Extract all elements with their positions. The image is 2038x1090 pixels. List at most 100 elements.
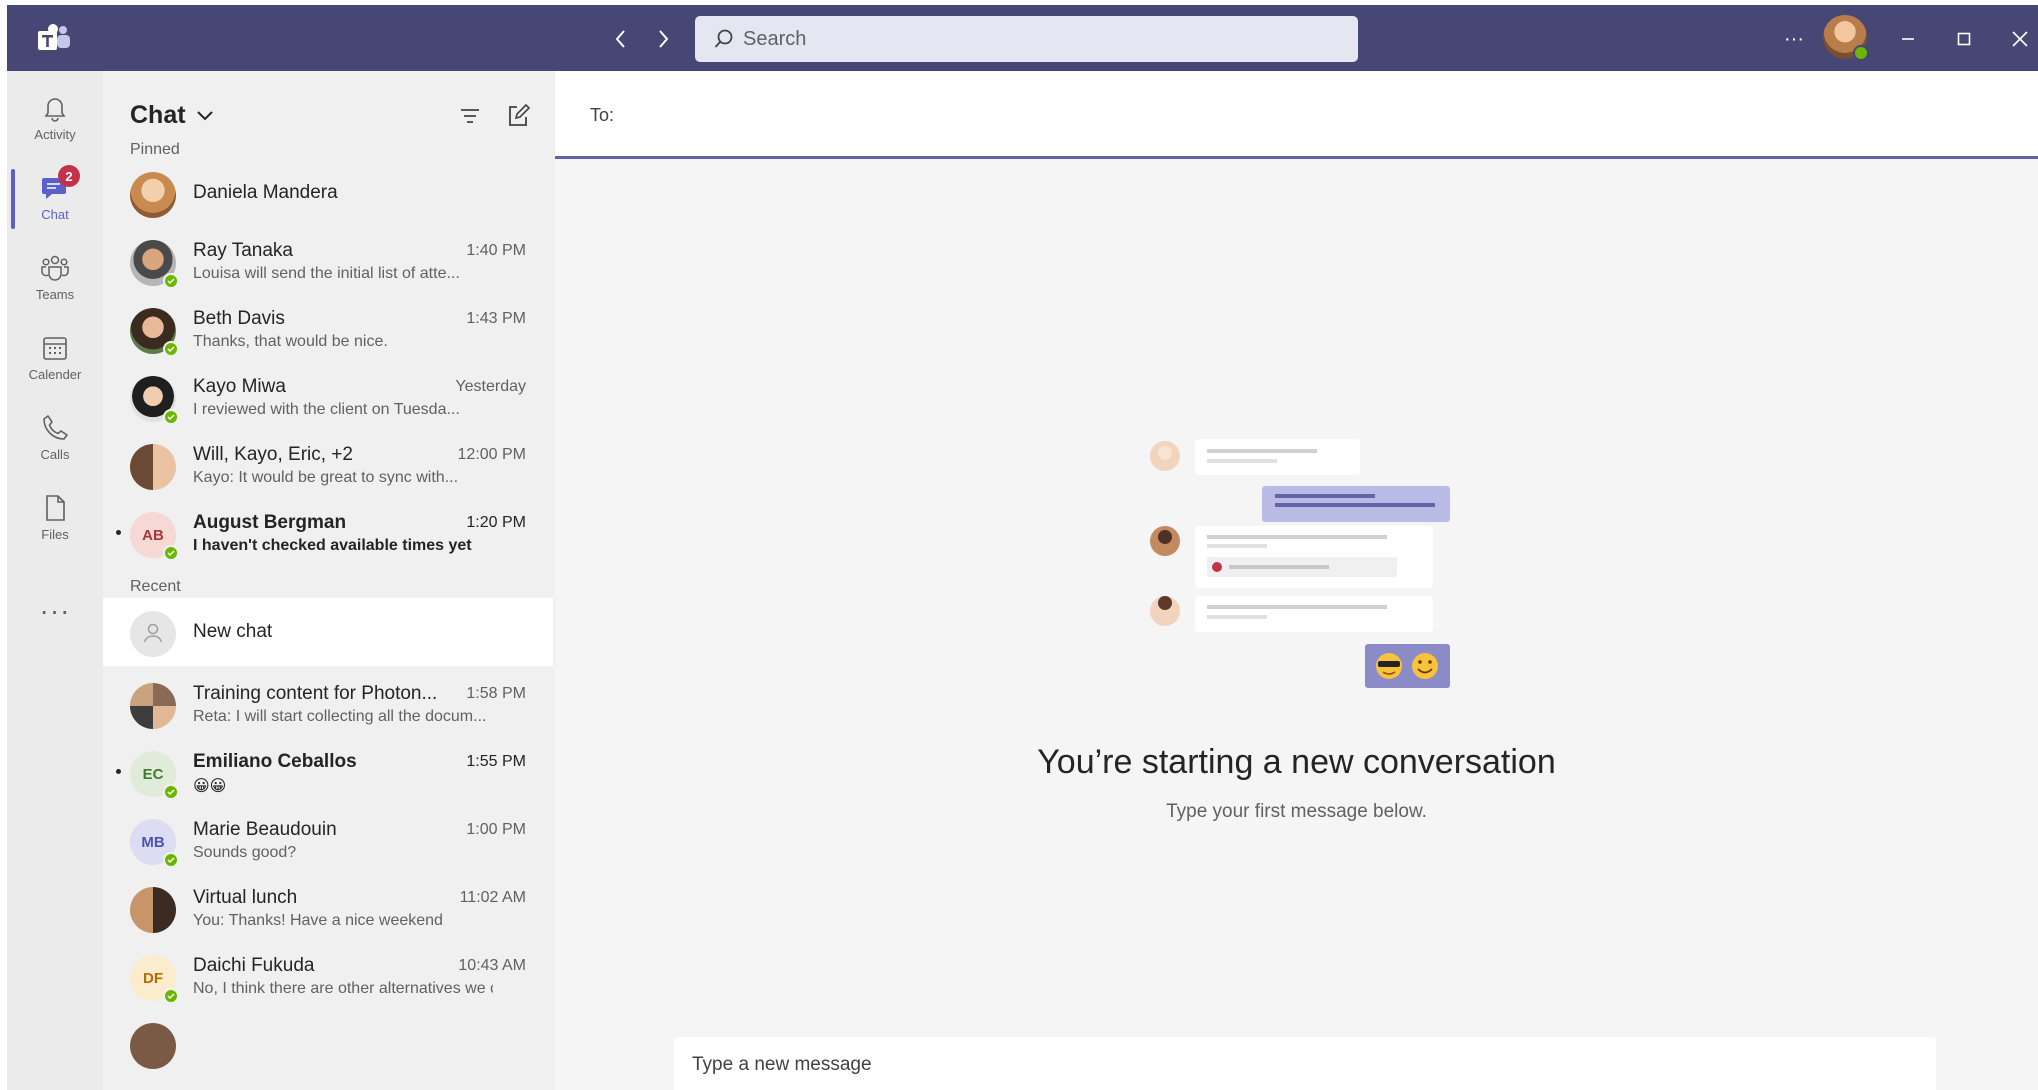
recent-section-label: Recent [130,578,181,595]
avatar [130,240,179,289]
rail-label: Chat [41,207,69,222]
chat-time: 12:00 PM [457,446,526,463]
presence-available-icon [163,273,179,289]
chat-preview: You: Thanks! Have a nice weekend [193,912,443,929]
maximize-icon [1957,32,1971,46]
chat-time: 1:43 PM [466,310,526,327]
unread-dot [116,769,121,774]
chat-name: Emiliano Ceballos [193,751,357,772]
chat-row-emiliano-ceballos[interactable]: EC Emiliano Ceballos 1:55 PM 😀😀 [103,738,553,806]
more-apps-button[interactable]: ··· [7,591,103,631]
chat-row-beth-davis[interactable]: Beth Davis 1:43 PM Thanks, that would be… [103,295,553,363]
file-icon [46,495,65,521]
rail-item-calls[interactable]: Calls [7,399,103,471]
avatar: EC [130,751,179,800]
phone-icon [43,415,68,440]
conversation-pane: To: You’re starting a new conversation T… [555,71,2038,1090]
new-conversation-illustration [1150,439,1450,688]
presence-available-icon [163,409,179,425]
rail-item-calendar[interactable]: Calender [7,319,103,391]
chat-time: 1:58 PM [466,685,526,702]
group-avatar [130,444,176,490]
group-avatar [130,683,176,729]
profile-avatar[interactable] [1823,15,1869,61]
chat-preview: No, I think there are other alternatives… [193,980,493,997]
chat-row-august-bergman[interactable]: AB August Bergman 1:20 PM I haven't chec… [103,499,553,567]
filter-icon [461,109,479,123]
calendar-icon [43,337,67,360]
chat-name: New chat [193,621,273,642]
message-composer[interactable] [674,1037,1936,1090]
chevron-down-icon [196,110,213,120]
chat-title-dropdown[interactable]: Chat [130,101,214,130]
rail-item-chat[interactable]: 2 Chat [7,159,103,231]
chat-row-kayo-miwa[interactable]: Kayo Miwa Yesterday I reviewed with the … [103,363,553,431]
chat-row-virtual-lunch[interactable]: Virtual lunch 11:02 AM You: Thanks! Have… [103,874,553,942]
presence-available-icon [1853,45,1869,61]
chat-row-daichi-fukuda[interactable]: DF Daichi Fukuda 10:43 AM No, I think th… [103,942,553,1010]
rail-label: Activity [34,127,76,142]
teams-icon [41,255,69,281]
chat-preview: I haven't checked available times yet [193,537,472,554]
more-options-button[interactable]: ··· [1777,23,1811,55]
more-icon: ··· [1784,27,1804,50]
chat-preview: Thanks, that would be nice. [193,333,388,350]
search-input[interactable] [743,27,1323,51]
forward-button[interactable] [649,25,677,53]
avatar: MB [130,819,179,868]
chat-row-daniela-mandera[interactable]: Daniela Mandera [103,159,553,227]
rail-item-activity[interactable]: Activity [7,79,103,151]
chat-row-partial[interactable] [103,1010,553,1078]
bell-icon [44,98,66,122]
chat-row-group-will-kayo-eric[interactable]: Will, Kayo, Eric, +2 12:00 PM Kayo: It w… [103,431,553,499]
close-button[interactable] [2003,23,2037,55]
chat-icon-wrap: 2 [40,165,80,203]
message-input[interactable] [692,1037,1912,1090]
back-button[interactable] [607,25,635,53]
chat-name: August Bergman [193,512,347,533]
avatar [130,308,179,357]
rail-item-teams[interactable]: Teams [7,239,103,311]
new-chat-button[interactable] [503,101,533,131]
chat-preview: Kayo: It would be great to sync with... [193,469,459,486]
person-icon [144,623,162,643]
chat-row-new-chat[interactable]: New chat [103,598,553,666]
chat-name: Ray Tanaka [193,240,293,261]
presence-available-icon [163,988,179,1004]
presence-available-icon [163,545,179,561]
maximize-button[interactable] [1947,23,1981,55]
chat-preview: 😀😀 [193,778,227,795]
chat-preview: Louisa will send the initial list of att… [193,265,460,282]
chat-row-marie-beaudouin[interactable]: MB Marie Beaudouin 1:00 PM Sounds good? [103,806,553,874]
chat-row-training-content[interactable]: Training content for Photon... 1:58 PM R… [103,670,553,738]
chat-name: Daniela Mandera [193,182,338,203]
pinned-section-label: Pinned [130,141,180,158]
chat-time: 1:20 PM [466,514,526,531]
chevron-right-icon [659,30,669,48]
unread-dot [116,530,121,535]
chat-list-pane: Chat Pinned Daniela Mandera Ray Tanaka 1… [103,71,555,1090]
chat-time: 1:40 PM [466,242,526,259]
chat-row-ray-tanaka[interactable]: Ray Tanaka 1:40 PM Louisa will send the … [103,227,553,295]
chat-name: Marie Beaudouin [193,819,337,840]
chat-name: Daichi Fukuda [193,955,315,976]
avatar [130,1023,176,1069]
rail-label: Calender [28,367,82,382]
filter-button[interactable] [455,101,485,131]
rail-item-files[interactable]: Files [7,479,103,551]
teams-logo-icon[interactable] [37,23,71,53]
minimize-button[interactable] [1891,23,1925,55]
avatar [130,611,176,657]
presence-available-icon [163,852,179,868]
chat-preview: I reviewed with the client on Tuesda... [193,401,460,418]
chat-name: Will, Kayo, Eric, +2 [193,444,353,465]
search-box[interactable] [695,16,1358,62]
minimize-icon [1902,38,1914,40]
recipient-input[interactable] [635,93,1985,137]
avatar: DF [130,955,179,1004]
presence-available-icon [163,784,179,800]
to-label: To: [590,105,615,125]
app-rail: Activity 2 Chat Teams Calender Calls Fil… [7,71,103,1090]
close-icon [2012,31,2028,47]
empty-state-subtitle: Type your first message below. [1166,801,1427,822]
